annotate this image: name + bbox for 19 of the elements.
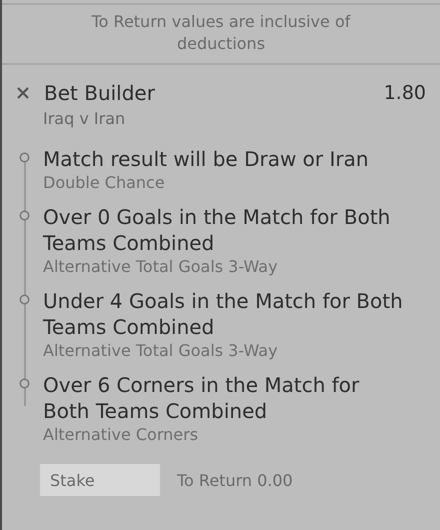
odds-value: 1.80	[384, 82, 426, 104]
selection-name: Match result will be Draw or Iran	[43, 146, 370, 172]
market-name: Alternative Corners	[43, 424, 200, 446]
market-name: Double Chance	[43, 172, 166, 194]
selection-name: Under 4 Goals in the Match for Both Teams Combined	[43, 288, 404, 340]
timeline-dot-icon	[19, 294, 30, 305]
selection-name: Over 0 Goals in the Match for Both Teams Combined	[43, 204, 392, 256]
timeline-dot-icon	[19, 378, 30, 389]
close-icon[interactable]	[16, 86, 30, 100]
bet-title: Bet Builder	[44, 81, 155, 105]
to-return-text: To Return 0.00	[177, 470, 293, 490]
market-name: Alternative Total Goals 3-Way	[43, 256, 279, 278]
stake-field[interactable]: Stake	[40, 464, 160, 496]
fixture-name: Iraq v Iran	[43, 109, 126, 128]
notice-text: To Return values are inclusive of deductions	[2, 5, 440, 65]
market-name: Alternative Total Goals 3-Way	[43, 340, 279, 362]
selection-name: Over 6 Corners in the Match for Both Teams Combined	[43, 372, 360, 424]
timeline-dot-icon	[19, 210, 30, 221]
timeline-dot-icon	[19, 152, 30, 163]
